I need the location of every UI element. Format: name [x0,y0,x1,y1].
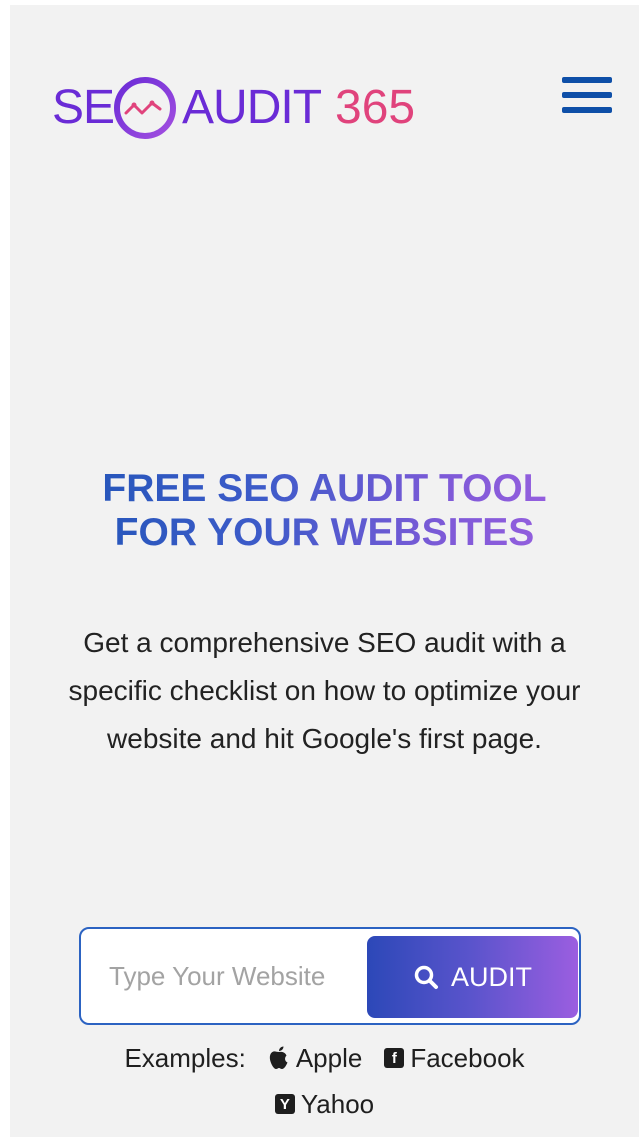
hero-title-line-1: FREE SEO AUDIT TOOL [102,467,547,510]
menu-bar [562,77,612,83]
yahoo-icon: Y [274,1094,295,1114]
hero-description: Get a comprehensive SEO audit with a spe… [68,627,581,754]
examples-section: Examples: Apple f Facebook Y Yahoo [10,1035,639,1127]
menu-bar [562,92,612,98]
example-apple-label: Apple [295,1043,363,1073]
audit-search-form: AUDIT [79,927,581,1025]
audit-button[interactable]: AUDIT [367,936,578,1018]
hero-title: FREE SEO AUDIT TOOL FOR YOUR WEBSITES [10,467,639,555]
search-icon [414,965,438,989]
menu-bar [562,107,612,113]
page-background: SE AUDIT 365 FREE SEO AUDIT TOOL FOR YOU… [10,5,639,1137]
website-url-input[interactable] [95,943,373,1009]
hero-title-line-2: FOR YOUR WEBSITES [114,511,535,554]
example-apple-link[interactable]: Apple [268,1035,363,1081]
logo-text-seo: SE [52,81,115,134]
examples-label: Examples: [124,1043,246,1073]
example-yahoo-link[interactable]: Y Yahoo [274,1081,375,1127]
hamburger-menu-icon[interactable] [562,77,612,119]
apple-icon [269,1046,288,1069]
example-yahoo-label: Yahoo [300,1089,375,1119]
example-facebook-link[interactable]: f Facebook [384,1035,525,1081]
logo-text-audit: AUDIT [182,81,322,134]
logo-text-365: 365 [335,81,416,134]
audit-button-label: AUDIT [451,961,532,992]
site-logo[interactable]: SE AUDIT 365 [52,73,415,143]
facebook-icon: f [384,1048,405,1068]
logo-chart-ring-icon [114,77,177,139]
example-facebook-label: Facebook [410,1043,525,1073]
